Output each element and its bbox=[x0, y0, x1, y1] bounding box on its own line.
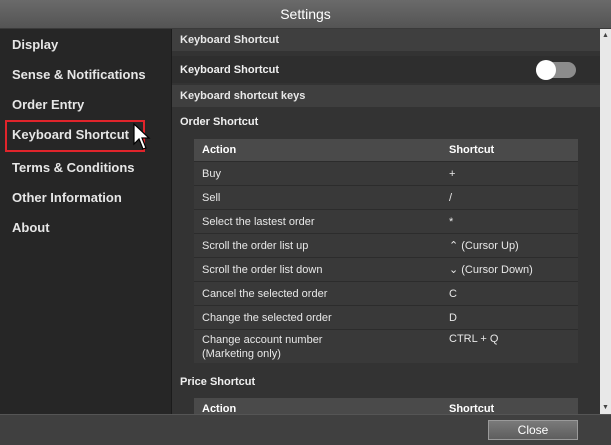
action-cell: Scroll the order list up bbox=[202, 239, 309, 252]
price-shortcut-title: Price Shortcut bbox=[172, 371, 600, 393]
price-shortcut-table: Action Shortcut bbox=[194, 398, 578, 414]
section-header: Keyboard Shortcut bbox=[172, 29, 600, 51]
sidebar-item-keyboard-shortcut[interactable]: Keyboard Shortcut bbox=[12, 127, 129, 142]
action-cell: Buy bbox=[202, 167, 221, 180]
keyboard-shortcut-toggle[interactable] bbox=[536, 60, 576, 80]
shortcut-cell: ⌃ (Cursor Up) bbox=[449, 240, 519, 252]
table-header: Action Shortcut bbox=[194, 139, 578, 161]
sidebar-item-order-entry[interactable]: Order Entry bbox=[12, 97, 84, 112]
order-shortcut-table: Action Shortcut Buy + Sell / Select the … bbox=[194, 139, 578, 363]
window-title: Settings bbox=[0, 0, 611, 29]
shortcut-cell: * bbox=[449, 215, 454, 228]
shortcut-cell: D bbox=[449, 311, 457, 324]
table-row: Scroll the order list up ⌃ (Cursor Up) bbox=[194, 233, 578, 257]
table-header: Action Shortcut bbox=[194, 398, 578, 414]
vertical-scrollbar[interactable]: ▲ ▼ bbox=[600, 29, 611, 414]
table-row: Sell / bbox=[194, 185, 578, 209]
column-header-action: Action bbox=[202, 144, 237, 156]
sidebar-item-terms-conditions[interactable]: Terms & Conditions bbox=[12, 160, 135, 175]
table-row: Change the selected order D bbox=[194, 305, 578, 329]
table-row: Buy + bbox=[194, 161, 578, 185]
settings-content: Keyboard Shortcut Keyboard Shortcut Keyb… bbox=[172, 29, 600, 414]
table-row: Cancel the selected order C bbox=[194, 281, 578, 305]
action-cell: Change the selected order bbox=[202, 311, 332, 324]
column-header-action: Action bbox=[202, 403, 237, 414]
column-header-shortcut: Shortcut bbox=[449, 144, 495, 156]
action-cell: Change account number (Marketing only) bbox=[202, 334, 323, 360]
table-row: Scroll the order list down ⌄ (Cursor Dow… bbox=[194, 257, 578, 281]
table-row: Select the lastest order * bbox=[194, 209, 578, 233]
scroll-down-arrow-icon[interactable]: ▼ bbox=[602, 404, 609, 411]
action-cell: Sell bbox=[202, 191, 221, 204]
sidebar-item-display[interactable]: Display bbox=[12, 37, 58, 52]
settings-window: Settings Display Sense & Notifications O… bbox=[0, 0, 611, 445]
shortcut-cell: + bbox=[449, 167, 456, 180]
column-header-shortcut: Shortcut bbox=[449, 403, 495, 414]
keys-header: Keyboard shortcut keys bbox=[172, 85, 600, 107]
table-row: Change account number (Marketing only) C… bbox=[194, 329, 578, 363]
sidebar-item-about[interactable]: About bbox=[12, 220, 50, 235]
sidebar-item-sense-notifications[interactable]: Sense & Notifications bbox=[12, 67, 146, 82]
shortcut-cell: CTRL + Q bbox=[449, 333, 499, 345]
sidebar-item-other-information[interactable]: Other Information bbox=[12, 190, 122, 205]
shortcut-cell: / bbox=[449, 191, 453, 204]
shortcut-cell: C bbox=[449, 287, 457, 300]
action-cell: Select the lastest order bbox=[202, 215, 315, 228]
order-shortcut-title: Order Shortcut bbox=[172, 111, 600, 133]
dialog-footer: Close bbox=[0, 414, 611, 445]
mouse-cursor-icon bbox=[133, 122, 151, 150]
close-button[interactable]: Close bbox=[488, 420, 578, 440]
action-cell: Scroll the order list down bbox=[202, 263, 323, 276]
toggle-knob bbox=[536, 60, 556, 80]
shortcut-cell: ⌄ (Cursor Down) bbox=[449, 264, 533, 276]
scroll-up-arrow-icon[interactable]: ▲ bbox=[602, 32, 609, 39]
action-cell: Cancel the selected order bbox=[202, 287, 328, 300]
settings-sidebar: Display Sense & Notifications Order Entr… bbox=[0, 29, 172, 414]
